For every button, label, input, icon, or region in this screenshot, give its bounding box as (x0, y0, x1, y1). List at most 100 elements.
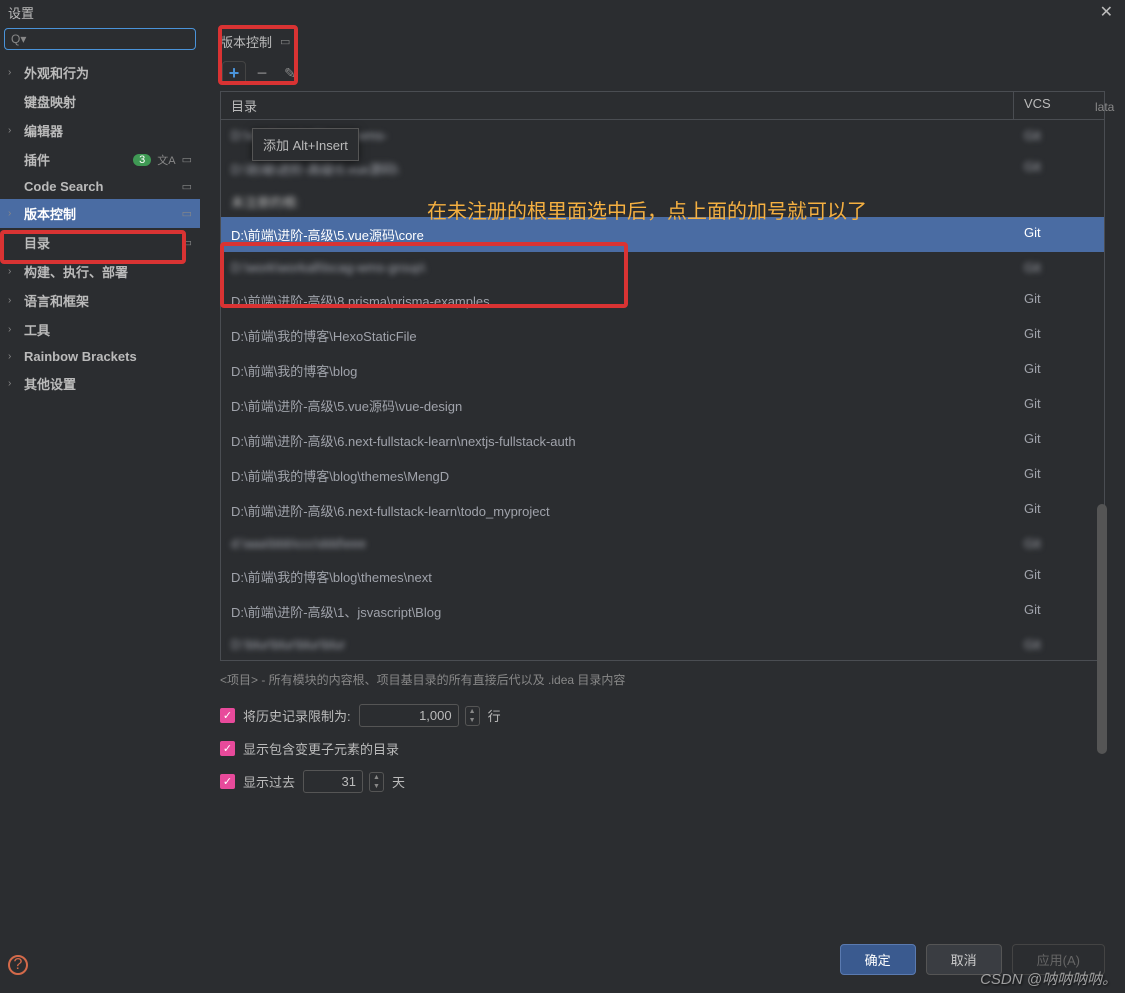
cell-dir: d:\aaa\bbb\ccc\ddd\eee (221, 528, 1014, 559)
sidebar-item-label: 键盘映射 (24, 92, 76, 111)
cell-vcs: Git (1014, 120, 1104, 151)
cell-vcs: Git (1014, 151, 1104, 186)
show-past-input[interactable]: 31 (303, 770, 363, 793)
ok-button[interactable]: 确定 (840, 944, 916, 975)
table-row[interactable]: D:\前端\进阶-高级\5.vue源码\vue-designGit (221, 388, 1104, 423)
cell-vcs: Git (1014, 353, 1104, 388)
sidebar-item-label: 语言和框架 (24, 291, 89, 310)
chevron-right-icon: › (8, 125, 18, 136)
sidebar-item-label: 工具 (24, 320, 50, 339)
chevron-right-icon: › (8, 295, 18, 306)
watermark: CSDN @呐呐呐呐。 (980, 968, 1117, 989)
sidebar-item-label: Rainbow Brackets (24, 349, 137, 364)
show-past-checkbox[interactable]: ✓ (220, 774, 235, 789)
sidebar-item-9[interactable]: › 工具 (0, 315, 200, 344)
cell-dir: D:\前端\进阶-高级\5.vue源码\vue-design (221, 388, 1014, 423)
cell-vcs: Git (1014, 283, 1104, 318)
reset-icon[interactable]: ▭ (182, 236, 192, 249)
remove-button[interactable]: − (250, 61, 274, 85)
history-limit-checkbox[interactable]: ✓ (220, 708, 235, 723)
scrollbar[interactable] (1097, 504, 1107, 754)
chevron-right-icon: › (8, 351, 18, 362)
table-row[interactable]: D:\前端\我的博客\HexoStaticFileGit (221, 318, 1104, 353)
cell-vcs: Git (1014, 629, 1104, 660)
plugin-badge: 3 (133, 154, 151, 166)
cell-vcs: Git (1014, 493, 1104, 528)
cell-vcs: Git (1014, 388, 1104, 423)
cell-vcs: Git (1014, 594, 1104, 629)
show-past-unit: 天 (392, 772, 405, 791)
cell-dir: D:\前端\进阶-高级\8.prisma\prisma-examples (221, 283, 1014, 318)
help-icon[interactable]: ? (8, 955, 28, 975)
history-limit-unit: 行 (488, 706, 501, 725)
sidebar-item-3[interactable]: ›插件3文A▭ (0, 145, 200, 174)
cell-vcs: Git (1014, 458, 1104, 493)
reset-icon[interactable]: ▭ (280, 35, 290, 48)
column-header-dir[interactable]: 目录 (221, 92, 1014, 119)
sidebar-item-8[interactable]: › 语言和框架 (0, 286, 200, 315)
reset-icon[interactable]: ▭ (182, 180, 192, 193)
history-limit-spinner[interactable]: ▲▼ (465, 706, 480, 726)
sidebar-item-label: Code Search (24, 179, 103, 194)
show-past-spinner[interactable]: ▲▼ (369, 772, 384, 792)
sidebar-item-label: 编辑器 (24, 121, 63, 140)
cell-dir: D:\前端\进阶-高级\1、jsvascript\Blog (221, 594, 1014, 629)
cell-dir: D:\前端\我的博客\blog\themes\MengD (221, 458, 1014, 493)
sidebar-item-2[interactable]: › 编辑器 (0, 116, 200, 145)
chevron-right-icon: › (8, 324, 18, 335)
history-limit-input[interactable]: 1,000 (359, 704, 459, 727)
bg-text: lata (1095, 100, 1125, 114)
chevron-right-icon: › (8, 208, 18, 219)
sidebar-item-5[interactable]: › 版本控制 ▭ (0, 199, 200, 228)
table-row[interactable]: D:\前端\我的博客\blog\themes\MengDGit (221, 458, 1104, 493)
table-row[interactable]: D:\前端\进阶-高级\6.next-fullstack-learn\todo_… (221, 493, 1104, 528)
search-field[interactable] (30, 32, 189, 46)
window-title: 设置 (8, 3, 34, 22)
table-row[interactable]: D:\前端\我的博客\blogGit (221, 353, 1104, 388)
table-row[interactable]: d:\aaa\bbb\ccc\ddd\eeeGit (221, 528, 1104, 559)
sidebar-item-label: 目录 (24, 233, 50, 252)
search-icon: Q▾ (11, 32, 26, 46)
edit-button[interactable]: ✎ (278, 61, 302, 85)
table-row[interactable]: D:\前端\进阶-高级\6.next-fullstack-learn\nextj… (221, 423, 1104, 458)
table-row[interactable]: D:\前端\进阶-高级\8.prisma\prisma-examplesGit (221, 283, 1104, 318)
cell-dir: D:\前端\进阶-高级\6.next-fullstack-learn\nextj… (221, 423, 1014, 458)
sidebar-item-label: 插件 (24, 150, 50, 169)
chevron-right-icon: › (8, 67, 18, 78)
close-icon[interactable]: ✕ (1096, 2, 1117, 22)
add-button[interactable]: + (222, 61, 246, 85)
show-changed-checkbox[interactable]: ✓ (220, 741, 235, 756)
cell-dir: D:\前端\我的博客\blog\themes\next (221, 559, 1014, 594)
cell-dir: D:\前端\进阶-高级\6.next-fullstack-learn\todo_… (221, 493, 1014, 528)
sidebar-item-label: 版本控制 (24, 204, 76, 223)
sidebar-item-4[interactable]: ›Code Search▭ (0, 174, 200, 199)
cell-vcs: Git (1014, 528, 1104, 559)
cell-vcs: Git (1014, 423, 1104, 458)
column-header-vcs[interactable]: VCS (1014, 92, 1104, 119)
chevron-right-icon: › (8, 378, 18, 389)
reset-icon[interactable]: ▭ (182, 153, 192, 166)
sidebar-item-10[interactable]: › Rainbow Brackets (0, 344, 200, 369)
sidebar-item-0[interactable]: ›外观和行为 (0, 58, 200, 87)
lang-icon: 文A (157, 152, 175, 168)
cell-dir: D:\blur\blur\blur\blur (221, 629, 1014, 660)
sidebar-item-7[interactable]: › 构建、执行、部署 (0, 257, 200, 286)
table-row[interactable]: D:\前端\我的博客\blog\themes\nextGit (221, 559, 1104, 594)
table-row[interactable]: D:\前端\进阶-高级\1、jsvascript\BlogGit (221, 594, 1104, 629)
sidebar-item-6[interactable]: ›目录▭ (0, 228, 200, 257)
help-text: <项目> - 所有模块的内容根、项目基目录的所有直接后代以及 .idea 目录内… (220, 661, 1105, 698)
cell-vcs: Git (1014, 318, 1104, 353)
show-past-label: 显示过去 (243, 772, 295, 791)
sidebar-item-1[interactable]: ›键盘映射 (0, 87, 200, 116)
reset-icon[interactable]: ▭ (182, 207, 192, 220)
sidebar-item-label: 其他设置 (24, 374, 76, 393)
sidebar-item-11[interactable]: › 其他设置 (0, 369, 200, 398)
breadcrumb: 版本控制 (220, 32, 272, 51)
cell-dir: D:\work\workall\lscag-wms-group\ (221, 252, 1014, 283)
cell-vcs: Git (1014, 217, 1104, 252)
table-row[interactable]: D:\work\workall\lscag-wms-group\Git (221, 252, 1104, 283)
table-row[interactable]: D:\blur\blur\blur\blurGit (221, 629, 1104, 660)
search-input[interactable]: Q▾ (4, 28, 196, 50)
sidebar-item-label: 构建、执行、部署 (24, 262, 128, 281)
chevron-right-icon: › (8, 266, 18, 277)
